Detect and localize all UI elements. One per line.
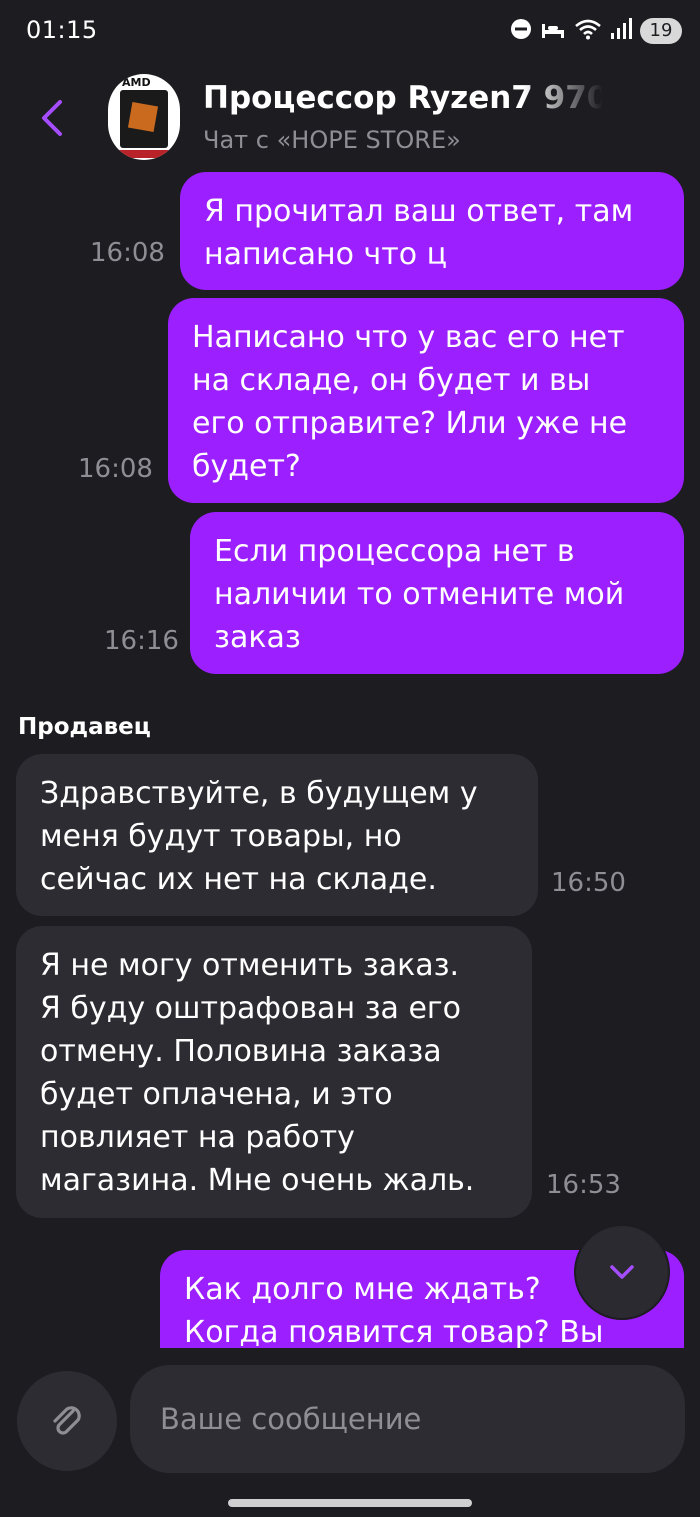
message-line: Когда появится товар? Вы: [184, 1315, 604, 1348]
message-line: Здравствуйте, в будущем у: [40, 776, 478, 811]
message-line: будет оплачена, и это: [40, 1077, 393, 1112]
dnd-icon: [510, 18, 532, 44]
chat-title[interactable]: Процессор Ryzen7 9700: [203, 80, 603, 116]
message-time: 16:53: [546, 1170, 621, 1200]
message-time: 16:50: [551, 868, 626, 898]
processor-box-image: [120, 90, 168, 148]
paperclip-icon: [53, 1406, 81, 1435]
attach-button[interactable]: [17, 1371, 117, 1471]
message-line: Если процессора нет в: [214, 534, 575, 569]
back-button[interactable]: [30, 92, 74, 144]
incoming-message[interactable]: Здравствуйте, в будущем у меня будут тов…: [16, 754, 538, 916]
message-line: отмену. Половина заказа: [40, 1034, 442, 1069]
message-line: наличии то отмените мой: [214, 577, 625, 612]
status-bar: 01:15 19: [0, 0, 700, 68]
message-line: меня будут товары, но: [40, 819, 402, 854]
signal-icon: [610, 18, 632, 44]
chat-header: AMD Процессор Ryzen7 9700 Чат с «HOPE ST…: [0, 68, 700, 168]
message-line: заказ: [214, 620, 301, 655]
sender-label: Продавец: [18, 714, 151, 740]
message-line: его отправите? Или уже не: [192, 406, 628, 441]
status-icons: 19: [510, 18, 682, 44]
avatar-strip: [116, 150, 172, 158]
message-line: магазина. Мне очень жаль.: [40, 1163, 475, 1198]
avatar-logo-text: AMD: [122, 76, 151, 89]
message-line: Я не могу отменить заказ.: [40, 948, 460, 983]
message-time: 16:16: [104, 626, 179, 656]
product-avatar[interactable]: AMD: [108, 74, 180, 160]
wifi-icon: [574, 18, 602, 44]
chevron-down-icon: [610, 1265, 634, 1279]
battery-indicator: 19: [640, 18, 682, 44]
outgoing-message[interactable]: Если процессора нет в наличии то отменит…: [190, 512, 684, 674]
chat-screen: 01:15 19 AMD Процессор Ryzen7 9700 Чат с…: [0, 0, 700, 1517]
message-time: 16:08: [78, 454, 153, 484]
message-input[interactable]: [130, 1365, 685, 1473]
message-line: на складе, он будет и вы: [192, 363, 591, 398]
message-line: повлияет на работу: [40, 1120, 355, 1155]
message-line: написано что ц: [204, 237, 448, 272]
sleep-icon: [540, 18, 566, 44]
message-list[interactable]: Я прочитал ваш ответ, там написано что ц…: [0, 168, 700, 1348]
message-composer: [0, 1348, 700, 1517]
outgoing-message[interactable]: Я прочитал ваш ответ, там написано что ц: [180, 172, 684, 290]
scroll-to-bottom-button[interactable]: [576, 1226, 668, 1318]
outgoing-message[interactable]: Написано что у вас его нет на складе, он…: [168, 298, 684, 503]
chevron-left-icon: [42, 100, 62, 136]
message-line: сейчас их нет на складе.: [40, 862, 437, 897]
message-line: будет?: [192, 449, 301, 484]
message-line: Написано что у вас его нет: [192, 320, 625, 355]
status-time: 01:15: [26, 16, 98, 44]
message-time: 16:08: [90, 238, 165, 268]
home-indicator[interactable]: [228, 1499, 472, 1507]
incoming-message[interactable]: Я не могу отменить заказ. Я буду оштрафо…: [16, 926, 532, 1218]
message-line: Я прочитал ваш ответ, там: [204, 194, 634, 229]
message-line: Я буду оштрафован за его: [40, 991, 462, 1026]
chat-subtitle: Чат с «HOPE STORE»: [203, 126, 461, 154]
